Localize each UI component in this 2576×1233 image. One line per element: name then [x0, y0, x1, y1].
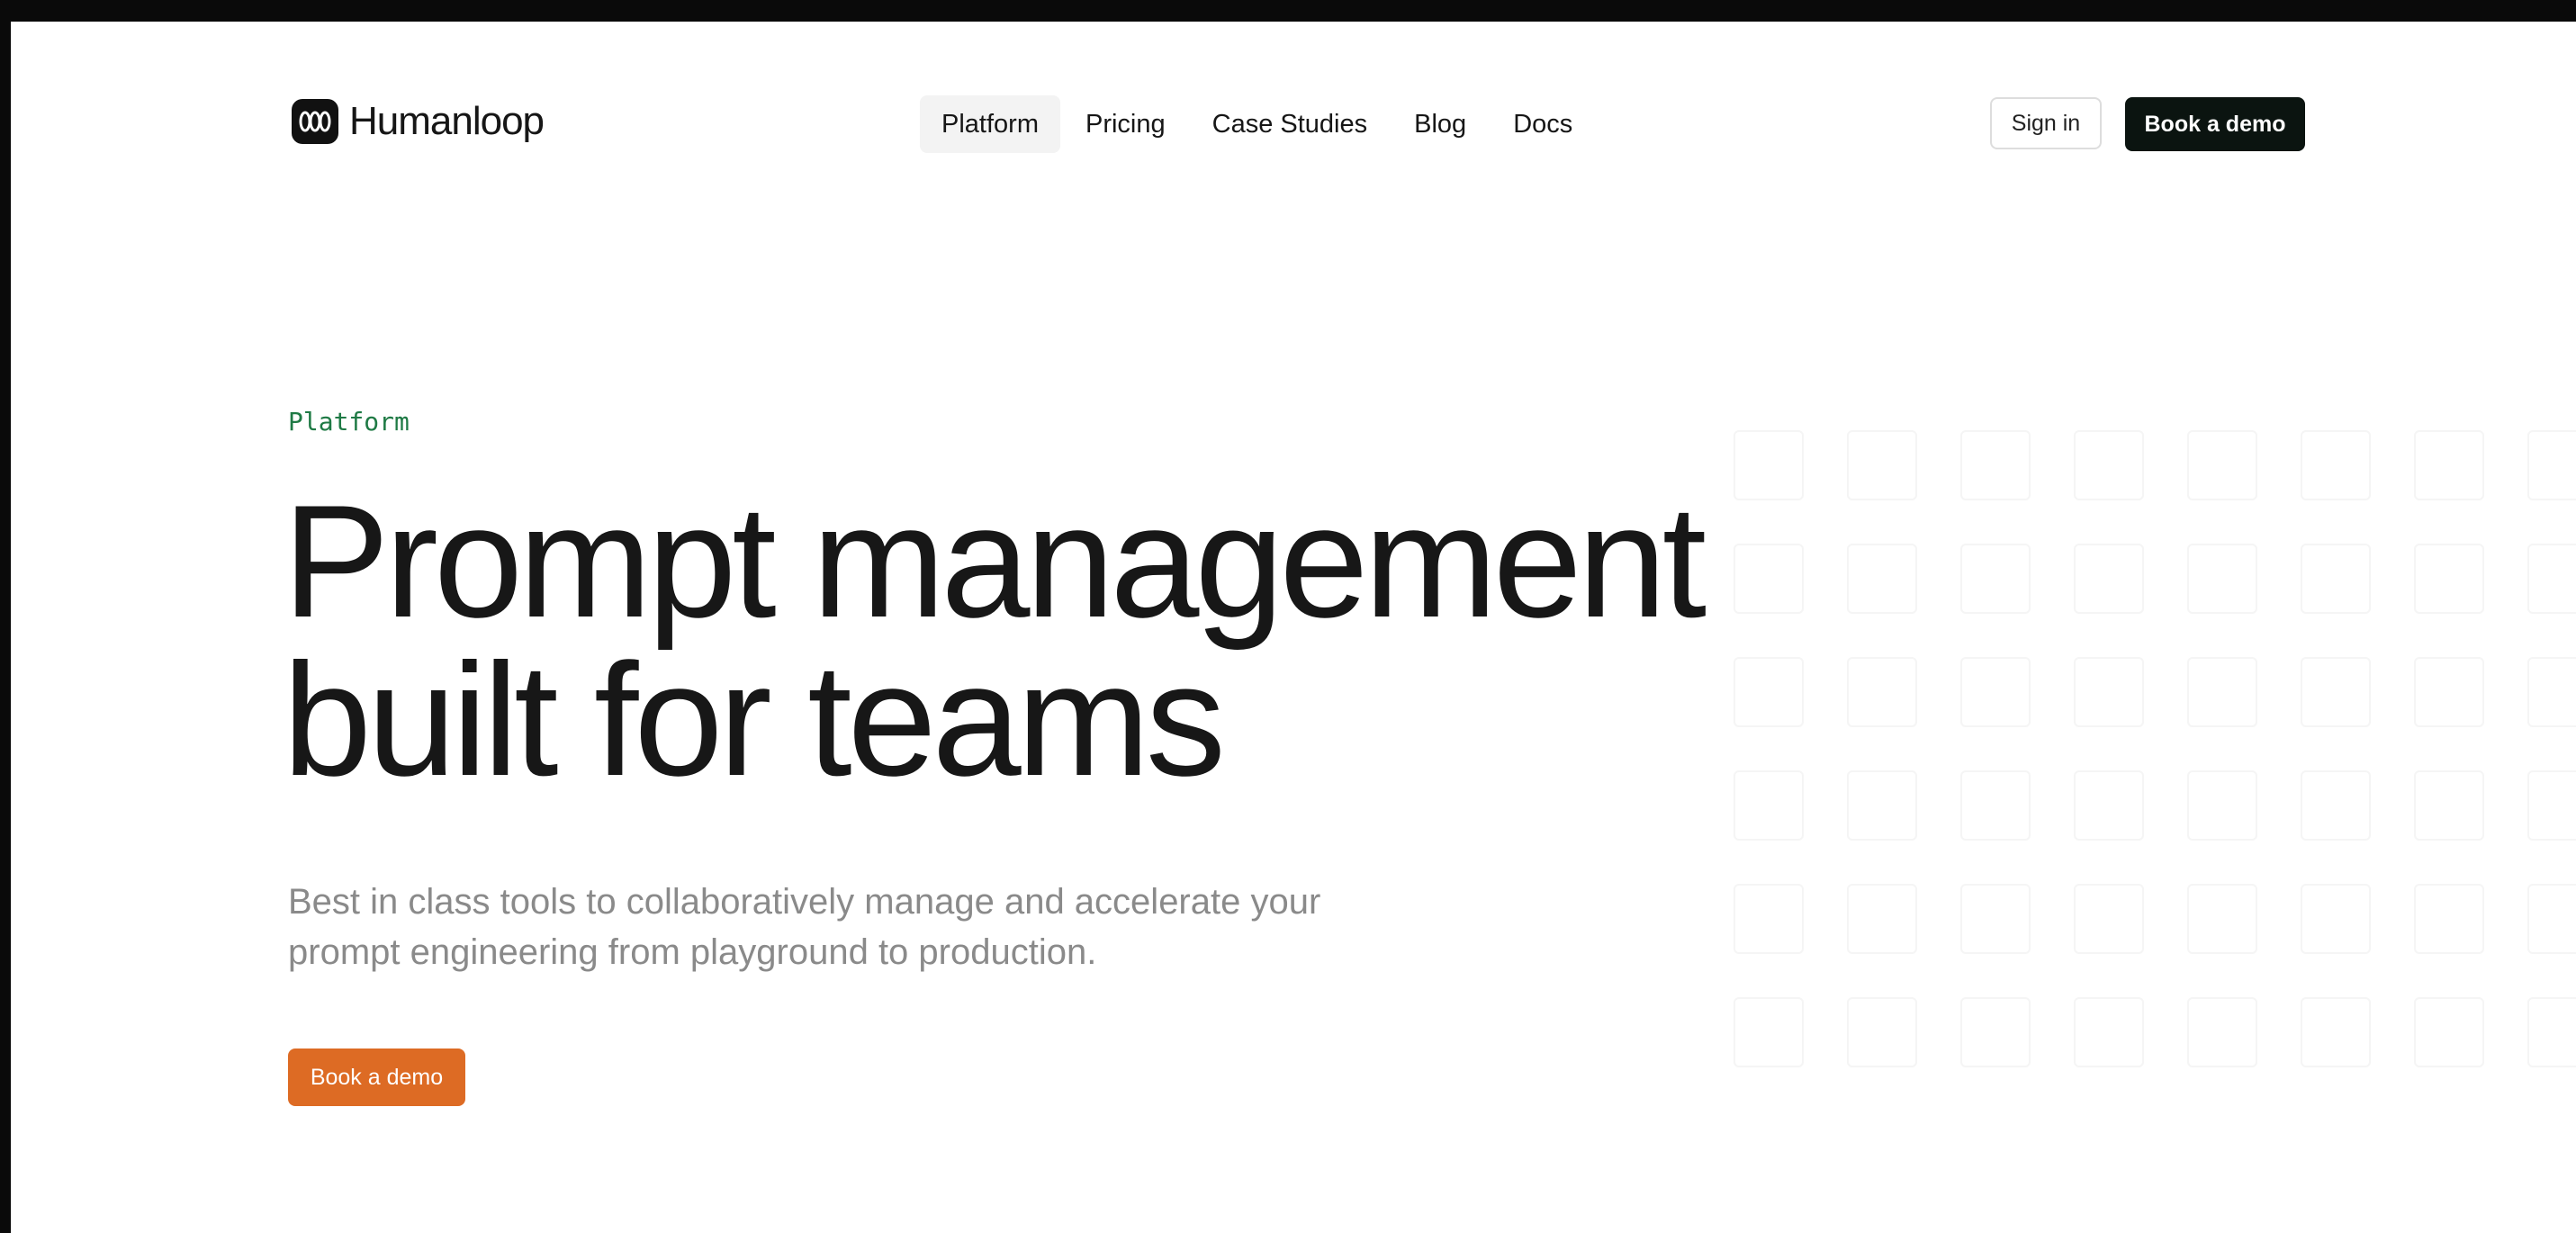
book-demo-hero-button[interactable]: Book a demo	[288, 1048, 465, 1106]
hero-headline-line-2: built for teams	[283, 630, 1226, 809]
decorative-grid-cell	[2301, 884, 2371, 954]
hero-subtitle: Best in class tools to collaboratively m…	[288, 877, 1458, 977]
decorative-grid-cell	[1734, 657, 1804, 727]
decorative-grid-cell	[2527, 657, 2576, 727]
decorative-grid	[1721, 409, 2576, 1075]
page: Humanloop Platform Pricing Case Studies …	[11, 22, 2576, 1233]
decorative-grid-cell	[1847, 544, 1917, 614]
humanloop-logo-icon	[292, 99, 338, 144]
brand-name: Humanloop	[349, 99, 545, 143]
nav-item-case-studies[interactable]: Case Studies	[1191, 95, 1390, 153]
decorative-grid-cell	[2074, 884, 2144, 954]
sign-in-button[interactable]: Sign in	[1990, 97, 2102, 149]
decorative-grid-cell	[2527, 770, 2576, 841]
brand-logo[interactable]: Humanloop	[292, 99, 545, 144]
hero-headline-line-1: Prompt management	[283, 472, 1707, 651]
decorative-grid-cell	[2414, 997, 2484, 1067]
decorative-grid-cell	[1960, 884, 2031, 954]
decorative-grid-cell	[2074, 997, 2144, 1067]
decorative-grid-cell	[1847, 997, 1917, 1067]
decorative-grid-cell	[2187, 657, 2257, 727]
decorative-grid-cell	[1960, 657, 2031, 727]
decorative-grid-cell	[2301, 997, 2371, 1067]
decorative-grid-cell	[2527, 884, 2576, 954]
hero-subtitle-line-1: Best in class tools to collaboratively m…	[288, 882, 1321, 922]
decorative-grid-cell	[2414, 884, 2484, 954]
nav-item-docs[interactable]: Docs	[1491, 95, 1594, 153]
decorative-grid-cell	[2187, 884, 2257, 954]
decorative-grid-cell	[2527, 997, 2576, 1067]
hero-eyebrow: Platform	[288, 407, 410, 436]
decorative-grid-cell	[1734, 770, 1804, 841]
decorative-grid-cell	[2414, 770, 2484, 841]
decorative-grid-cell	[1847, 884, 1917, 954]
decorative-grid-cell	[2301, 544, 2371, 614]
hero-subtitle-line-2: prompt engineering from playground to pr…	[288, 932, 1097, 972]
decorative-grid-cell	[2301, 657, 2371, 727]
decorative-grid-cell	[1960, 544, 2031, 614]
hero-headline: Prompt management built for teams	[283, 482, 1741, 800]
decorative-grid-cell	[2074, 544, 2144, 614]
decorative-grid-cell	[2074, 657, 2144, 727]
decorative-grid-cell	[2301, 430, 2371, 500]
nav-item-pricing[interactable]: Pricing	[1064, 95, 1187, 153]
decorative-grid-cell	[1734, 430, 1804, 500]
decorative-grid-cell	[1847, 770, 1917, 841]
nav-item-blog[interactable]: Blog	[1392, 95, 1488, 153]
decorative-grid-cell	[2074, 430, 2144, 500]
decorative-grid-cell	[1960, 430, 2031, 500]
decorative-grid-cell	[2527, 544, 2576, 614]
decorative-grid-cell	[2527, 430, 2576, 500]
decorative-grid-cell	[1960, 997, 2031, 1067]
decorative-grid-cell	[2414, 657, 2484, 727]
nav-item-platform[interactable]: Platform	[920, 95, 1060, 153]
decorative-grid-cell	[2414, 430, 2484, 500]
decorative-grid-cell	[2187, 544, 2257, 614]
decorative-grid-cell	[2301, 770, 2371, 841]
book-demo-header-button[interactable]: Book a demo	[2125, 97, 2305, 151]
decorative-grid-cell	[2187, 430, 2257, 500]
decorative-grid-cell	[1734, 544, 1804, 614]
decorative-grid-cell	[2187, 770, 2257, 841]
decorative-grid-cell	[1847, 430, 1917, 500]
decorative-grid-cell	[1734, 997, 1804, 1067]
decorative-grid-cell	[1847, 657, 1917, 727]
decorative-grid-cell	[1960, 770, 2031, 841]
decorative-grid-cell	[2187, 997, 2257, 1067]
main-nav: Platform Pricing Case Studies Blog Docs	[920, 95, 1594, 153]
decorative-grid-cell	[2414, 544, 2484, 614]
decorative-grid-cell	[1734, 884, 1804, 954]
decorative-grid-cell	[2074, 770, 2144, 841]
